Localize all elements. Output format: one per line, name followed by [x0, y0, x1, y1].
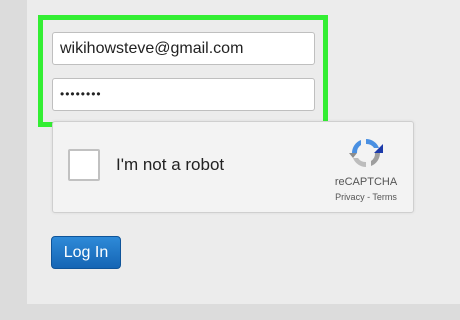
- privacy-link[interactable]: Privacy: [335, 192, 365, 202]
- recaptcha-logo-icon: [349, 139, 383, 167]
- recaptcha-widget: I'm not a robot reCAPTCHA Privacy - Term…: [52, 121, 414, 213]
- terms-link[interactable]: Terms: [372, 192, 397, 202]
- captcha-checkbox[interactable]: [68, 149, 100, 181]
- password-field[interactable]: ••••••••: [52, 78, 315, 111]
- recaptcha-links: Privacy - Terms: [321, 192, 411, 202]
- captcha-label: I'm not a robot: [116, 155, 225, 174]
- recaptcha-brand: reCAPTCHA: [334, 176, 398, 188]
- login-button[interactable]: Log In: [51, 236, 121, 269]
- email-field[interactable]: wikihowsteve@gmail.com: [52, 32, 315, 65]
